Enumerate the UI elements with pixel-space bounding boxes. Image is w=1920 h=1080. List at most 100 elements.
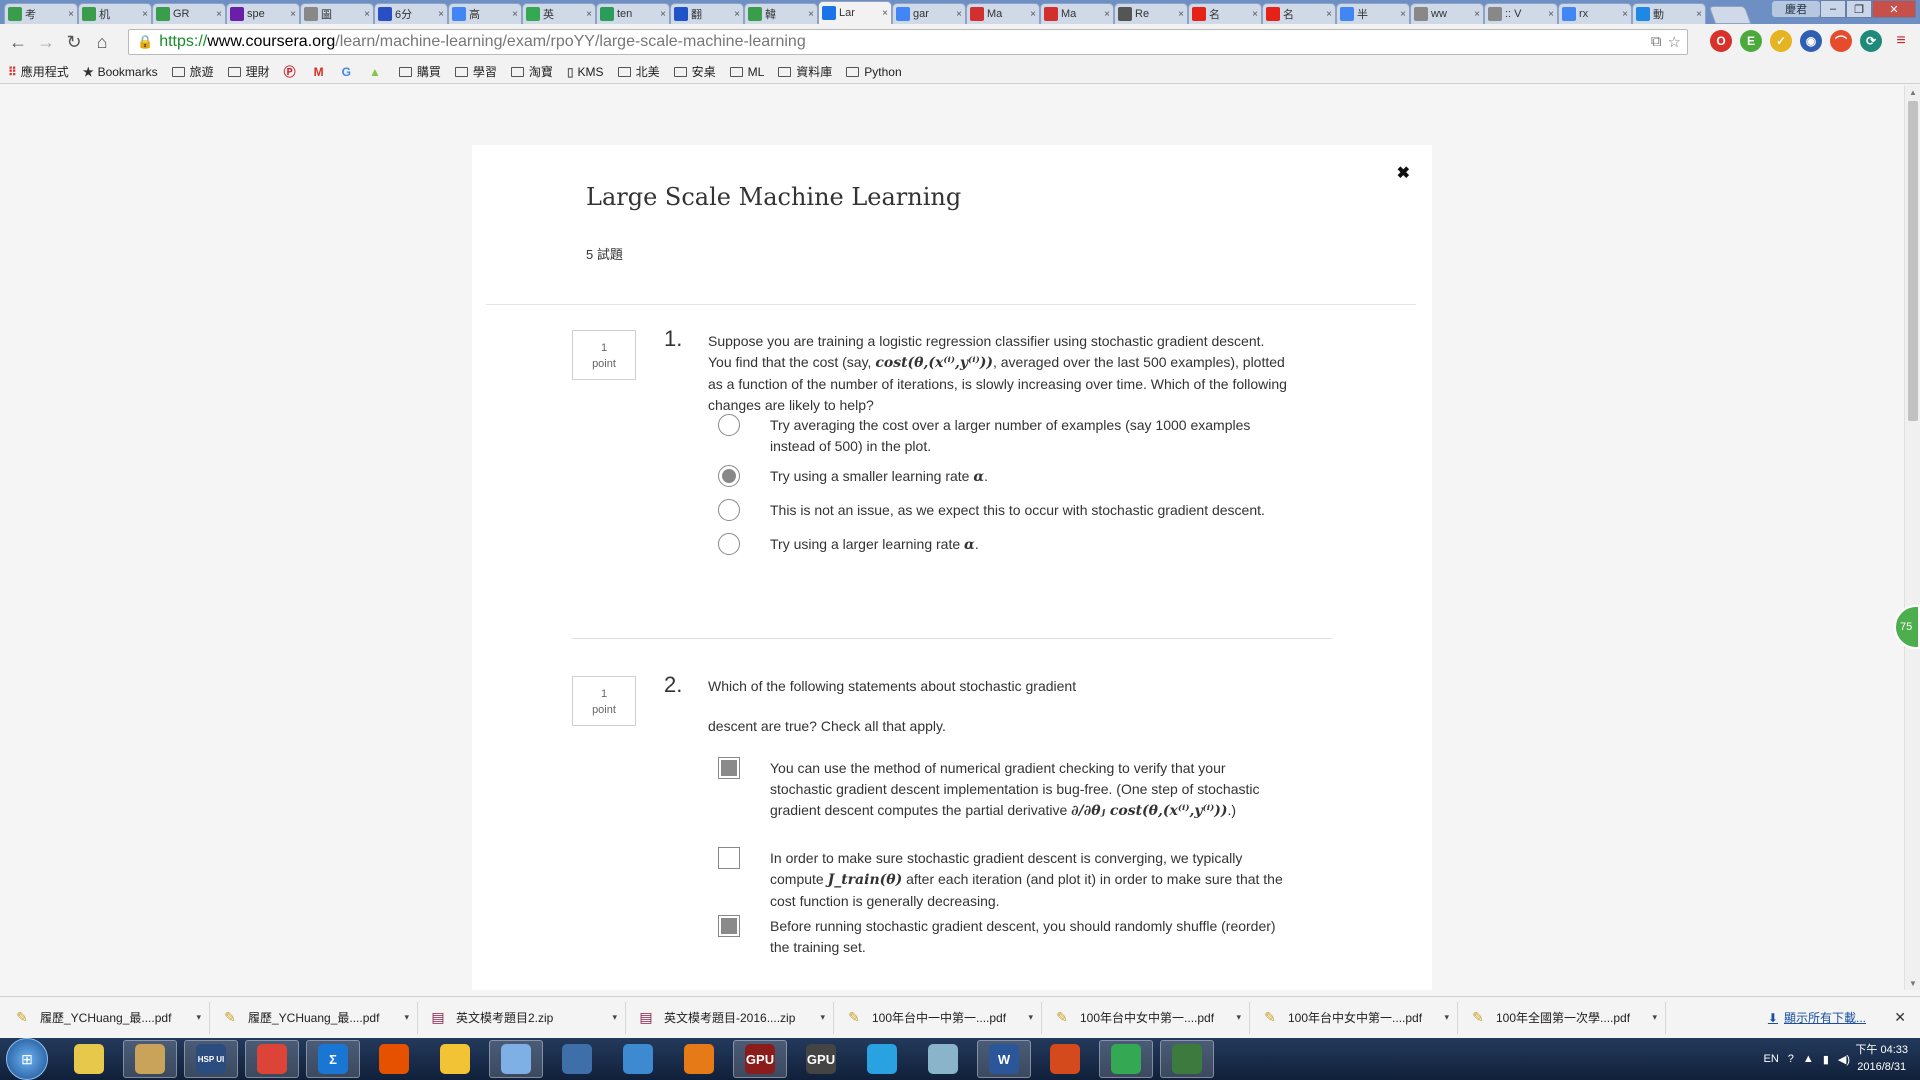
taskbar-app-icon[interactable] bbox=[367, 1040, 421, 1078]
chevron-down-icon[interactable]: ▾ bbox=[404, 1012, 409, 1023]
chevron-down-icon[interactable]: ▾ bbox=[1444, 1012, 1449, 1023]
browser-tab[interactable]: 英 × bbox=[522, 3, 596, 24]
bookmark-item[interactable]: 資料庫 bbox=[778, 63, 832, 80]
scroll-thumb[interactable] bbox=[1908, 101, 1918, 421]
sync-extension-icon[interactable]: ⟳ bbox=[1860, 30, 1882, 52]
browser-tab[interactable]: 高 × bbox=[448, 3, 522, 24]
tab-close-icon[interactable]: × bbox=[1696, 9, 1702, 20]
download-item[interactable]: ✎ 100年台中女中第一....pdf ▾ bbox=[1254, 1001, 1458, 1034]
close-icon[interactable]: ✖ bbox=[1397, 163, 1410, 183]
browser-tab[interactable]: 韓 × bbox=[744, 3, 818, 24]
browser-tab[interactable]: 机 × bbox=[78, 3, 152, 24]
check-extension-icon[interactable]: ✓ bbox=[1770, 30, 1792, 52]
chevron-down-icon[interactable]: ▾ bbox=[1028, 1012, 1033, 1023]
network-icon[interactable]: ▲ bbox=[1803, 1053, 1814, 1065]
browser-tab[interactable]: ww × bbox=[1410, 3, 1484, 24]
radio-button[interactable] bbox=[718, 499, 740, 521]
tab-close-icon[interactable]: × bbox=[1548, 9, 1554, 20]
browser-tab[interactable]: gar × bbox=[892, 3, 966, 24]
taskbar-app-icon[interactable] bbox=[611, 1040, 665, 1078]
tab-close-icon[interactable]: × bbox=[882, 8, 888, 19]
tab-close-icon[interactable]: × bbox=[808, 9, 814, 20]
show-all-downloads-link[interactable]: ⬇ 顯示所有下載... bbox=[1768, 1009, 1866, 1026]
close-window-button[interactable]: ✕ bbox=[1872, 0, 1916, 18]
taskbar-app-icon[interactable]: HSP UI bbox=[184, 1040, 238, 1078]
globe-extension-icon[interactable]: ◉ bbox=[1800, 30, 1822, 52]
q2-option-2[interactable]: In order to make sure stochastic gradien… bbox=[718, 847, 1298, 912]
browser-tab[interactable]: spe × bbox=[226, 3, 300, 24]
tab-close-icon[interactable]: × bbox=[1030, 9, 1036, 20]
browser-tab[interactable]: 名 × bbox=[1262, 3, 1336, 24]
taskbar-app-icon[interactable] bbox=[855, 1040, 909, 1078]
download-item[interactable]: ▤ 英文模考題目-2016....zip ▾ bbox=[630, 1001, 834, 1034]
q1-option-1[interactable]: Try averaging the cost over a larger num… bbox=[718, 414, 1298, 457]
tab-close-icon[interactable]: × bbox=[1474, 9, 1480, 20]
bookmark-item[interactable]: Python bbox=[846, 65, 902, 79]
taskbar-app-icon[interactable] bbox=[428, 1040, 482, 1078]
download-item[interactable]: ✎ 履歷_YCHuang_最....pdf ▾ bbox=[214, 1001, 418, 1034]
browser-tab[interactable]: rx × bbox=[1558, 3, 1632, 24]
tab-close-icon[interactable]: × bbox=[660, 9, 666, 20]
tab-close-icon[interactable]: × bbox=[1104, 9, 1110, 20]
menu-icon[interactable]: ≡ bbox=[1890, 30, 1912, 52]
bookmark-item[interactable]: 理財 bbox=[227, 63, 270, 80]
home-icon[interactable]: ⌂ bbox=[88, 28, 116, 56]
taskbar-app-icon[interactable] bbox=[916, 1040, 970, 1078]
browser-tab[interactable]: :: V × bbox=[1484, 3, 1558, 24]
browser-tab[interactable]: ten × bbox=[596, 3, 670, 24]
taskbar-app-icon[interactable] bbox=[123, 1040, 177, 1078]
maximize-button[interactable]: ❐ bbox=[1846, 0, 1872, 18]
taskbar-app-icon[interactable] bbox=[245, 1040, 299, 1078]
browser-tab[interactable]: 圖 × bbox=[300, 3, 374, 24]
bookmark-item[interactable]: 學習 bbox=[454, 63, 497, 80]
taskbar-app-icon[interactable] bbox=[672, 1040, 726, 1078]
tab-close-icon[interactable]: × bbox=[290, 9, 296, 20]
evernote-extension-icon[interactable]: E bbox=[1740, 30, 1762, 52]
bookmark-item[interactable]: 北美 bbox=[617, 63, 660, 80]
close-downloads-icon[interactable]: ✕ bbox=[1894, 1009, 1906, 1026]
browser-tab[interactable]: 名 × bbox=[1188, 3, 1262, 24]
help-icon[interactable]: ? bbox=[1788, 1053, 1794, 1065]
translate-icon[interactable]: ⧉ bbox=[1651, 33, 1662, 51]
taskbar-app-icon[interactable] bbox=[489, 1040, 543, 1078]
browser-tab[interactable]: Lar × bbox=[818, 1, 892, 24]
q1-option-2[interactable]: Try using a smaller learning rate α. bbox=[718, 465, 1298, 488]
tab-close-icon[interactable]: × bbox=[586, 9, 592, 20]
download-item[interactable]: ✎ 100年台中一中第一....pdf ▾ bbox=[838, 1001, 1042, 1034]
browser-tab[interactable]: 翻 × bbox=[670, 3, 744, 24]
download-item[interactable]: ▤ 英文模考題目2.zip ▾ bbox=[422, 1001, 626, 1034]
browser-tab[interactable]: Ma × bbox=[966, 3, 1040, 24]
start-button[interactable]: ⊞ bbox=[6, 1038, 48, 1080]
chevron-down-icon[interactable]: ▾ bbox=[196, 1012, 201, 1023]
radio-button[interactable] bbox=[718, 465, 740, 487]
bookmark-item[interactable]: 旅遊 bbox=[171, 63, 214, 80]
tab-close-icon[interactable]: × bbox=[956, 9, 962, 20]
browser-tab[interactable]: 動 × bbox=[1632, 3, 1706, 24]
minimize-button[interactable]: – bbox=[1820, 0, 1846, 18]
bookmark-item[interactable]: 購買 bbox=[398, 63, 441, 80]
reload-icon[interactable]: ↻ bbox=[60, 28, 88, 56]
profile-button[interactable]: 慶君 bbox=[1772, 1, 1820, 17]
volume-icon[interactable]: ◀) bbox=[1838, 1053, 1850, 1066]
bookmark-item[interactable]: ★ Bookmarks bbox=[83, 65, 158, 79]
chevron-down-icon[interactable]: ▾ bbox=[1236, 1012, 1241, 1023]
taskbar-app-icon[interactable] bbox=[1160, 1040, 1214, 1078]
bookmark-item[interactable]: ML bbox=[729, 65, 764, 79]
browser-tab[interactable]: Re × bbox=[1114, 3, 1188, 24]
checkbox[interactable] bbox=[718, 847, 740, 869]
taskbar-app-icon[interactable]: W bbox=[977, 1040, 1031, 1078]
tab-close-icon[interactable]: × bbox=[1622, 9, 1628, 20]
tab-close-icon[interactable]: × bbox=[1178, 9, 1184, 20]
bookmark-item[interactable]: ▲ bbox=[369, 65, 385, 79]
bookmark-item[interactable]: Ⓟ bbox=[284, 63, 300, 80]
checkbox[interactable] bbox=[718, 757, 740, 779]
address-bar[interactable]: 🔒 https://www.coursera.org/learn/machine… bbox=[128, 29, 1688, 55]
bookmark-item[interactable]: ⠿ 應用程式 bbox=[8, 63, 69, 80]
radio-button[interactable] bbox=[718, 533, 740, 555]
scroll-down-icon[interactable]: ▼ bbox=[1905, 976, 1920, 990]
tab-close-icon[interactable]: × bbox=[1326, 9, 1332, 20]
bookmark-item[interactable]: 安桌 bbox=[673, 63, 716, 80]
download-item[interactable]: ✎ 100年全國第一次學....pdf ▾ bbox=[1462, 1001, 1666, 1034]
browser-tab[interactable]: 半 × bbox=[1336, 3, 1410, 24]
browser-tab[interactable]: Ma × bbox=[1040, 3, 1114, 24]
